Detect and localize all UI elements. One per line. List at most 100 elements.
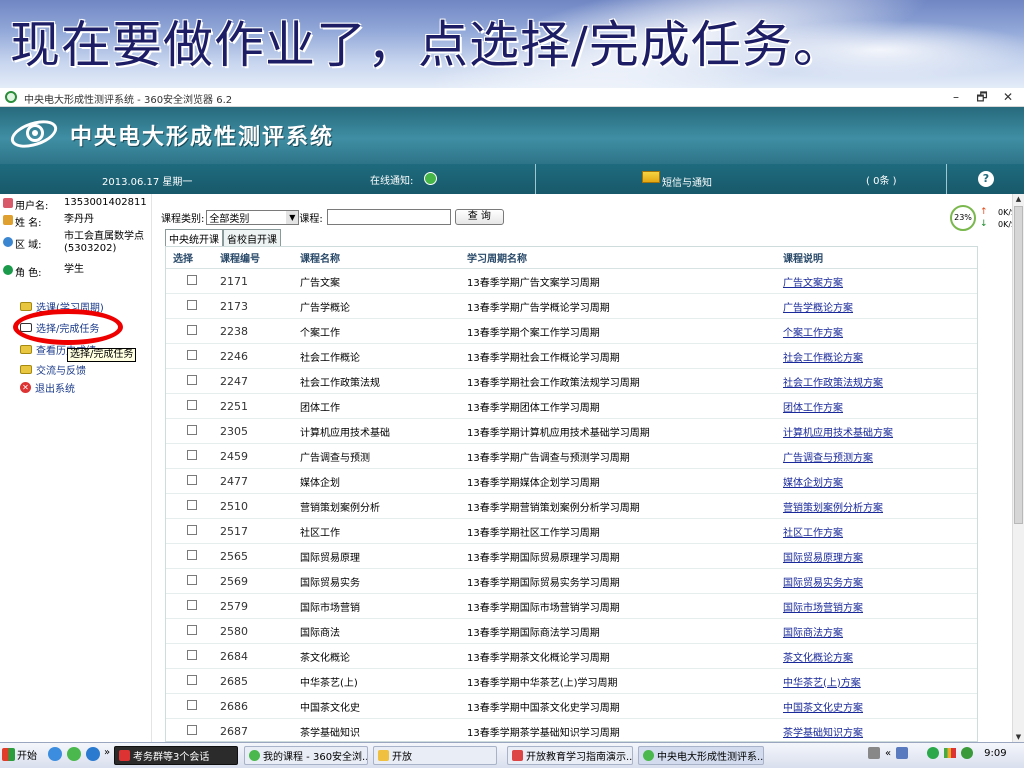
row-checkbox[interactable] (187, 649, 197, 660)
course-plan-link[interactable]: 团体工作方案 (783, 403, 843, 414)
course-code: 2685 (220, 674, 248, 688)
online-status-icon[interactable] (424, 172, 437, 185)
course-plan-link[interactable]: 社会工作政策法规方案 (783, 378, 883, 389)
scroll-down-arrow-icon[interactable]: ▼ (1014, 732, 1023, 742)
course-plan-link[interactable]: 广告学概论方案 (783, 303, 853, 314)
row-checkbox[interactable] (187, 399, 197, 410)
restore-button[interactable]: 🗗 (974, 89, 990, 105)
messages-link[interactable]: 短信与通知 (662, 174, 712, 189)
taskbar-item-qq-sessions[interactable]: 考务群等3个会话 (114, 746, 238, 765)
row-checkbox[interactable] (187, 524, 197, 535)
taskbar-item-my-courses[interactable]: 我的课程 - 360安全浏... (244, 746, 368, 765)
description-cell: 茶学基础知识方案 (783, 724, 977, 739)
course-code: 2580 (220, 624, 248, 638)
browser-alt-icon[interactable] (86, 747, 100, 761)
select-cell (166, 324, 220, 338)
vertical-scrollbar[interactable]: ▲ ▼ (1012, 194, 1024, 742)
row-checkbox[interactable] (187, 724, 197, 735)
search-button[interactable]: 查 询 (454, 209, 504, 225)
taskbar-item-evaluation-system[interactable]: 中央电大形成性测评系... (638, 746, 764, 765)
row-checkbox[interactable] (187, 474, 197, 485)
taskbar-item-open-folder[interactable]: 开放 (373, 746, 497, 765)
close-button[interactable]: ✕ (1000, 89, 1016, 105)
course-plan-link[interactable]: 媒体企划方案 (783, 478, 843, 489)
course-plan-link[interactable]: 国际商法方案 (783, 628, 843, 639)
name-label: 姓 名: (15, 218, 42, 229)
course-plan-link[interactable]: 营销策划案例分析方案 (783, 503, 883, 514)
name-value: 李丹丹 (64, 214, 94, 225)
filter-bar: 课程类别: 全部类别 ▼ 课程: 查 询 (161, 209, 504, 225)
browser-360-icon[interactable] (67, 747, 81, 761)
tray-chevron-icon[interactable]: « (885, 748, 891, 759)
scroll-thumb[interactable] (1014, 206, 1023, 524)
course-plan-link[interactable]: 广告调查与预测方案 (783, 453, 873, 464)
taskbar-item-label: 考务群等3个会话 (133, 752, 210, 763)
description-cell: 计算机应用技术基础方案 (783, 424, 977, 439)
row-checkbox[interactable] (187, 549, 197, 560)
course-input[interactable] (326, 209, 451, 225)
course-plan-link[interactable]: 国际贸易原理方案 (783, 553, 863, 564)
course-plan-link[interactable]: 中华茶艺(上)方案 (783, 678, 861, 689)
divider (946, 164, 947, 194)
browser-titlebar: 中央电大形成性测评系统 - 360安全浏览器 6.2 – 🗗 ✕ (0, 88, 1024, 107)
course-plan-link[interactable]: 茶学基础知识方案 (783, 728, 863, 739)
select-cell (166, 499, 220, 513)
chevron-down-icon[interactable]: ▼ (286, 210, 299, 224)
taskbar-item-label: 我的课程 - 360安全浏... (263, 752, 368, 763)
description-cell: 广告调查与预测方案 (783, 449, 977, 464)
minimize-button[interactable]: – (948, 89, 964, 105)
course-plan-link[interactable]: 个案工作方案 (783, 328, 843, 339)
nav-feedback[interactable]: 交流与反馈 (20, 362, 86, 377)
course-plan-link[interactable]: 计算机应用技术基础方案 (783, 428, 893, 439)
nav-logout[interactable]: ✕ 退出系统 (20, 380, 75, 395)
course-plan-link[interactable]: 中国茶文化史方案 (783, 703, 863, 714)
row-checkbox[interactable] (187, 699, 197, 710)
course-plan-link[interactable]: 国际贸易实务方案 (783, 578, 863, 589)
course-plan-link[interactable]: 茶文化概论方案 (783, 653, 853, 664)
main-content: 课程类别: 全部类别 ▼ 课程: 查 询 中央统开课 省校自开课 选择 课程编号… (153, 194, 1012, 742)
course-name: 广告调查与预测 (300, 452, 370, 464)
course-plan-link[interactable]: 社会工作概论方案 (783, 353, 863, 364)
taskbar: 开始 » 考务群等3个会话 我的课程 - 360安全浏... 开放 开放教育学习… (0, 742, 1024, 768)
row-checkbox[interactable] (187, 374, 197, 385)
volume-icon[interactable] (896, 747, 909, 759)
network-icon[interactable] (961, 747, 974, 759)
select-cell (166, 599, 220, 613)
row-checkbox[interactable] (187, 299, 197, 310)
row-checkbox[interactable] (187, 449, 197, 460)
row-checkbox[interactable] (187, 349, 197, 360)
course-name: 营销策划案例分析 (300, 502, 380, 514)
description-cell: 个案工作方案 (783, 324, 977, 339)
signal-icon[interactable] (944, 748, 957, 758)
message-envelope-icon[interactable] (642, 171, 660, 183)
app-icon (119, 750, 130, 761)
row-checkbox[interactable] (187, 624, 197, 635)
taskbar-chevron[interactable]: » (104, 747, 110, 758)
row-checkbox[interactable] (187, 574, 197, 585)
row-checkbox[interactable] (187, 499, 197, 510)
keyboard-icon[interactable] (868, 747, 880, 759)
start-button[interactable]: 开始 (2, 747, 37, 762)
folder-icon (20, 345, 32, 354)
help-icon[interactable]: ? (978, 171, 994, 187)
course-name: 团体工作 (300, 402, 340, 414)
ie-icon[interactable] (48, 747, 62, 761)
course-name: 广告文案 (300, 277, 340, 289)
security-icon[interactable] (927, 747, 940, 759)
course-plan-link[interactable]: 社区工作方案 (783, 528, 843, 539)
row-checkbox[interactable] (187, 324, 197, 335)
select-cell (166, 424, 220, 438)
taskbar-item-guide[interactable]: 开放教育学习指南演示... (507, 746, 633, 765)
row-checkbox[interactable] (187, 424, 197, 435)
tab-central[interactable]: 中央统开课 (165, 229, 223, 247)
row-checkbox[interactable] (187, 274, 197, 285)
period-name: 13春季学期团体工作学习周期 (467, 402, 600, 414)
tab-provincial[interactable]: 省校自开课 (223, 229, 281, 247)
table-row: 2251 团体工作 13春季学期团体工作学习周期 团体工作方案 (166, 394, 977, 419)
row-checkbox[interactable] (187, 599, 197, 610)
scroll-up-arrow-icon[interactable]: ▲ (1014, 194, 1023, 204)
course-plan-link[interactable]: 广告文案方案 (783, 278, 843, 289)
category-select[interactable]: 全部类别 ▼ (206, 209, 300, 225)
course-plan-link[interactable]: 国际市场营销方案 (783, 603, 863, 614)
row-checkbox[interactable] (187, 674, 197, 685)
